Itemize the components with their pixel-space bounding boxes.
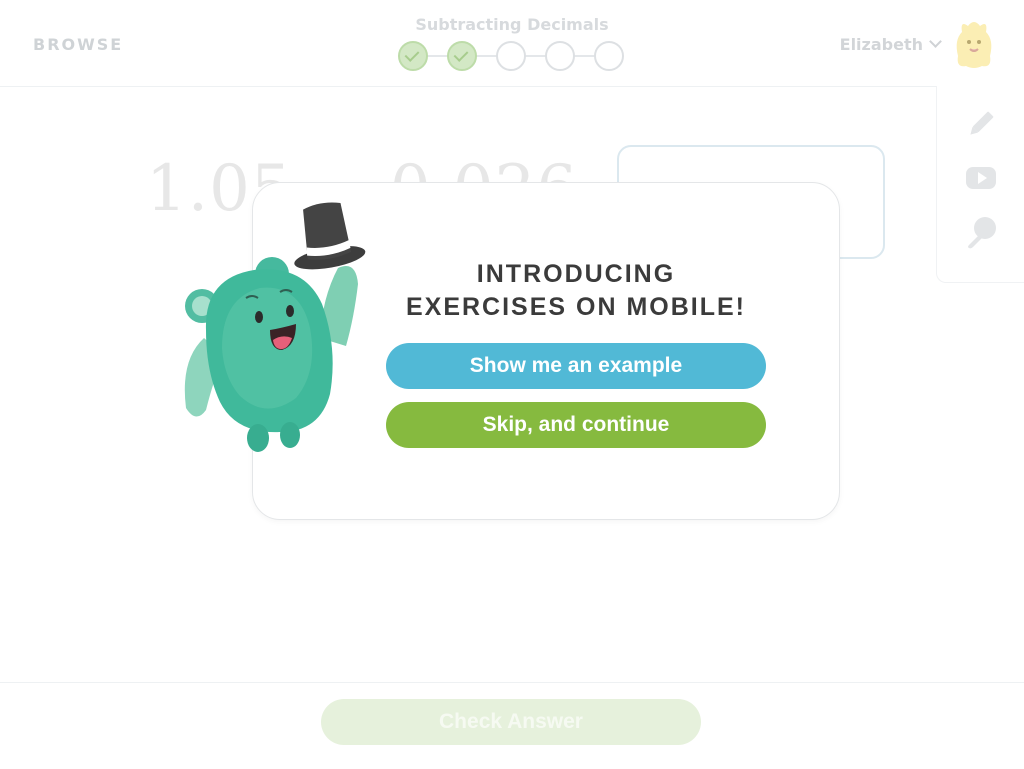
user-name: Elizabeth — [839, 35, 923, 54]
lesson-title: Subtracting Decimals — [415, 15, 609, 34]
avatar[interactable] — [952, 18, 996, 70]
chevron-down-icon — [929, 35, 942, 48]
progress-step-3 — [496, 41, 526, 71]
video-icon[interactable] — [963, 160, 999, 196]
progress-step-2 — [447, 41, 477, 71]
browse-link[interactable]: BROWSE — [33, 35, 123, 54]
hint-icon[interactable] — [963, 214, 999, 250]
user-menu[interactable]: Elizabeth — [839, 35, 942, 54]
tool-rail — [936, 86, 1024, 283]
progress-step-1 — [398, 41, 428, 71]
show-example-button[interactable]: Show me an example — [386, 343, 766, 389]
progress-step-5 — [594, 41, 624, 71]
check-answer-button[interactable]: Check Answer — [321, 699, 701, 745]
pencil-icon[interactable] — [963, 106, 999, 142]
mascot-illustration — [184, 202, 366, 452]
modal-title-line1: INTRODUCING — [476, 260, 676, 288]
top-bar: BROWSE Subtracting Decimals Elizabeth — [0, 0, 1024, 87]
progress-step-4 — [545, 41, 575, 71]
modal-title-line2: EXERCISES ON MOBILE! — [405, 293, 747, 321]
skip-continue-button[interactable]: Skip, and continue — [386, 402, 766, 448]
progress-tracker — [398, 41, 624, 71]
modal-title: INTRODUCING EXERCISES ON MOBILE! — [386, 258, 766, 324]
